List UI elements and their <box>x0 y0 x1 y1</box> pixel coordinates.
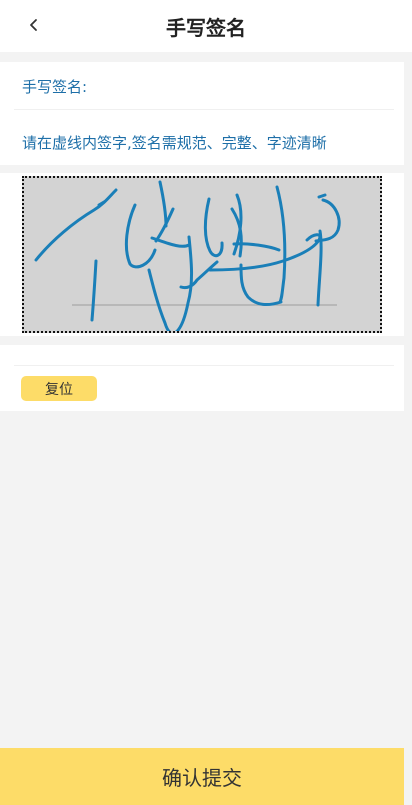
divider <box>14 365 394 366</box>
page-title: 手写签名 <box>166 15 246 40</box>
signature-instruction: 请在虚线内签字,签名需规范、完整、字迹清晰 <box>22 134 327 152</box>
signature-label: 手写签名: <box>22 78 88 96</box>
divider <box>14 109 394 110</box>
signature-pad[interactable] <box>22 176 382 335</box>
submit-button[interactable]: 确认提交 <box>0 748 404 805</box>
signature-strokes <box>34 180 341 335</box>
reset-button[interactable]: 复位 <box>21 376 97 401</box>
